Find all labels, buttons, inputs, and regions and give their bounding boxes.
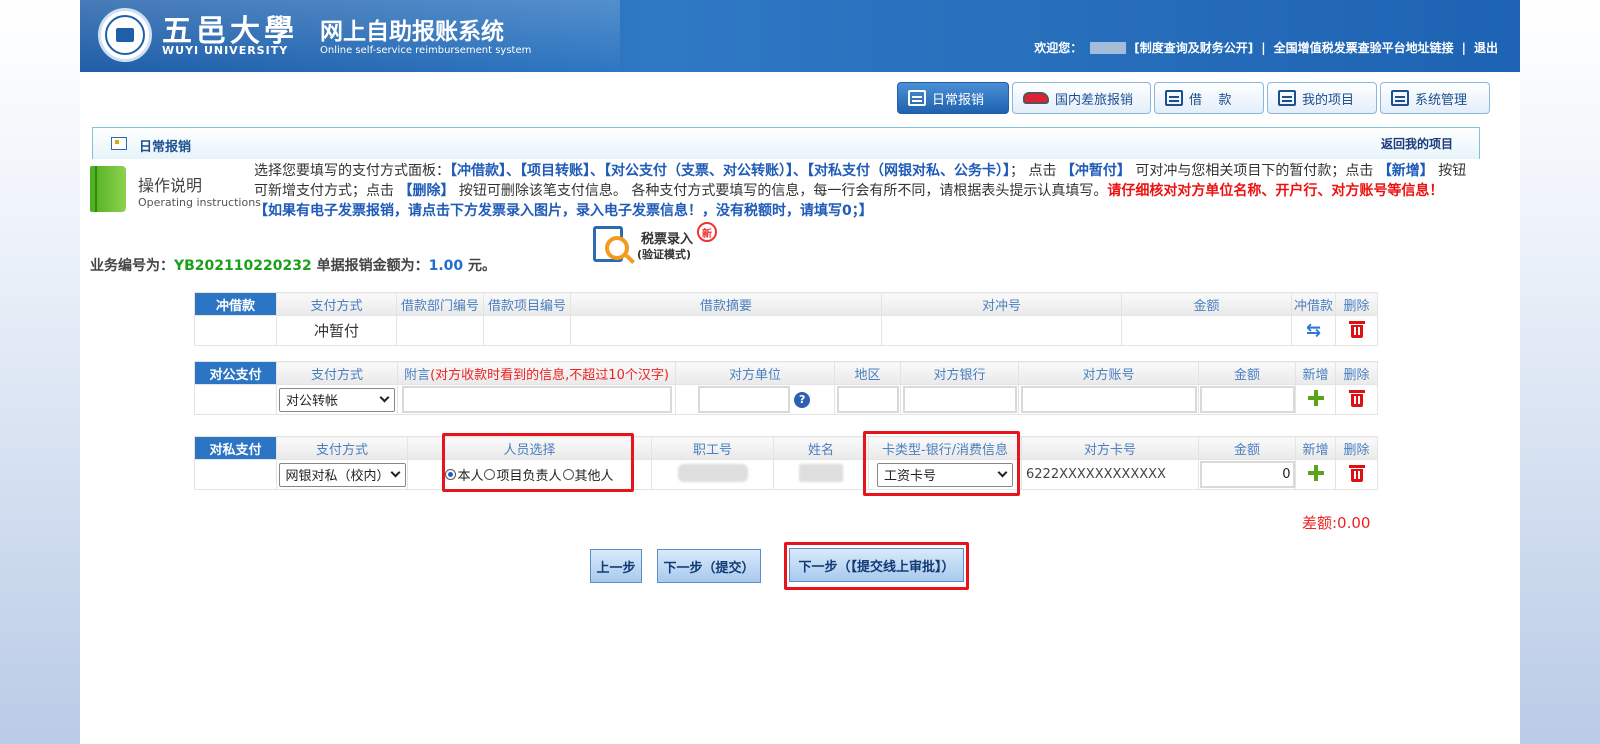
add-button[interactable]	[1295, 459, 1336, 490]
public-payment-table: 对公支付 支付方式 附言(对方收款时看到的信息,不超过10个汉字) 对方单位 地…	[194, 361, 1378, 415]
counterparty-unit-input[interactable]	[698, 386, 790, 413]
trash-icon	[1348, 464, 1365, 482]
plus-icon	[1307, 389, 1324, 406]
help-icon[interactable]: ?	[794, 392, 811, 408]
offset-advance-text: 冲暂付	[276, 315, 397, 346]
private-payment-method-select[interactable]: 网银对私（校内）	[278, 462, 406, 487]
counterparty-bank-input[interactable]	[902, 386, 1017, 413]
business-info: 业务编号为：YB202110220232 单据报销金额为：1.00 元。	[90, 258, 496, 274]
radio-project-leader[interactable]	[484, 469, 496, 480]
university-seal-logo	[98, 8, 152, 62]
card-number: 6222XXXXXXXXXXXX	[1026, 467, 1166, 482]
section-bar: 日常报销 返回我的项目	[92, 127, 1480, 159]
table-row: 对公转帐 ?	[194, 384, 1378, 415]
back-to-my-projects-link[interactable]: 返回我的项目	[1381, 135, 1453, 152]
logout-link[interactable]: 退出	[1474, 39, 1498, 56]
next-step-submit-button[interactable]: 下一步（提交）	[657, 549, 761, 583]
region-input[interactable]	[836, 386, 899, 413]
nav-daily-reimbursement[interactable]: 日常报销	[897, 82, 1009, 114]
instructions-text: 选择您要填写的支付方式面板：【冲借款】、【项目转账】、【对公支付（支票、对公转账…	[254, 163, 1467, 219]
train-icon	[1023, 92, 1049, 104]
private-amount-input[interactable]: 0	[1199, 461, 1295, 488]
chevron-down-icon	[379, 392, 390, 403]
computer-icon	[1391, 90, 1409, 106]
list-icon	[1278, 90, 1296, 106]
card-type-select[interactable]: 工资卡号	[877, 462, 1013, 487]
nav-system-management[interactable]: 系统管理	[1380, 82, 1490, 114]
loan-icon	[1165, 90, 1183, 106]
difference-amount: 差额:0.00	[1302, 514, 1371, 532]
new-badge: 新	[697, 222, 717, 242]
chevron-down-icon	[997, 467, 1008, 478]
welcome-text: 欢迎您：	[1034, 41, 1083, 55]
table-row: 网银对私（校内） 本人 项目负责人 其他人 工资卡号 6222XXXXXXXXX…	[194, 459, 1378, 490]
delete-button[interactable]	[1335, 315, 1378, 346]
book-icon	[90, 166, 126, 212]
radio-self[interactable]	[445, 469, 457, 480]
public-payment-label: 对公支付	[194, 361, 277, 385]
next-step-online-approval-button[interactable]: 下一步（【提交线上审批】）	[789, 548, 964, 582]
header: 五邑大學 WUYI UNIVERSITY 网上自助报账系统 Online sel…	[80, 0, 1520, 72]
nav-domestic-travel[interactable]: 国内差旅报销	[1012, 82, 1151, 114]
instructions-title: 操作说明	[138, 176, 203, 195]
swap-arrows-icon: ⇆	[1305, 320, 1322, 341]
main-nav: 日常报销 国内差旅报销 借 款 我的项目 系统管理	[897, 82, 1490, 114]
table-row: 冲暂付 ⇆	[194, 315, 1378, 346]
policy-link[interactable]: [制度查询及财务公开]	[1134, 39, 1253, 56]
public-amount-input[interactable]	[1199, 386, 1295, 413]
document-icon	[908, 90, 926, 106]
system-subtitle: Online self-service reimbursement system	[320, 45, 532, 56]
person-selection: 本人 项目负责人 其他人	[409, 465, 651, 484]
system-title: 网上自助报账系统	[320, 19, 504, 45]
name-redacted	[799, 463, 843, 482]
trash-icon	[1348, 389, 1365, 407]
form-icon	[111, 137, 127, 150]
instructions-subtitle: Operating instructions	[138, 196, 261, 209]
nav-my-projects[interactable]: 我的项目	[1267, 82, 1377, 114]
offset-loan-button[interactable]: ⇆	[1291, 315, 1336, 346]
reimbursement-amount: 1.00	[428, 258, 464, 274]
plus-icon	[1307, 464, 1324, 481]
page: 五邑大學 WUYI UNIVERSITY 网上自助报账系统 Online sel…	[80, 0, 1520, 744]
remark-input[interactable]	[401, 386, 672, 413]
previous-step-button[interactable]: 上一步	[590, 549, 642, 583]
delete-button[interactable]	[1335, 459, 1378, 490]
trash-icon	[1348, 320, 1365, 338]
public-payment-method-select[interactable]: 对公转帐	[279, 387, 395, 412]
tax-invoice-entry-button[interactable]: 税票录入 (验证模式) 新	[593, 222, 723, 268]
counterparty-account-input[interactable]	[1020, 386, 1197, 413]
radio-other-person[interactable]	[562, 469, 574, 480]
loan-offset-table: 冲借款 支付方式 借款部门编号 借款项目编号 借款摘要 对冲号 金额 冲借款 删…	[194, 292, 1378, 346]
magnifier-icon	[605, 236, 629, 260]
nav-loan[interactable]: 借 款	[1154, 82, 1264, 114]
delete-button[interactable]	[1335, 384, 1378, 415]
loan-offset-label: 冲借款	[194, 292, 277, 316]
chevron-down-icon	[390, 467, 400, 478]
logo-english: WUYI UNIVERSITY	[162, 44, 289, 57]
business-number: YB202110220232	[174, 258, 312, 274]
section-title: 日常报销	[139, 140, 192, 155]
employee-id-redacted	[677, 463, 748, 482]
vat-check-link[interactable]: 全国增值税发票查验平台地址链接	[1274, 39, 1454, 56]
private-payment-table: 对私支付 支付方式 人员选择 职工号 姓名 卡类型-银行/消费信息 对方卡号 金…	[194, 436, 1378, 490]
private-payment-label: 对私支付	[194, 436, 277, 460]
top-links: 欢迎您： [制度查询及财务公开] | 全国增值税发票查验平台地址链接 | 退出	[1034, 39, 1498, 56]
user-name-redacted	[1090, 41, 1127, 54]
add-button[interactable]	[1295, 384, 1336, 415]
